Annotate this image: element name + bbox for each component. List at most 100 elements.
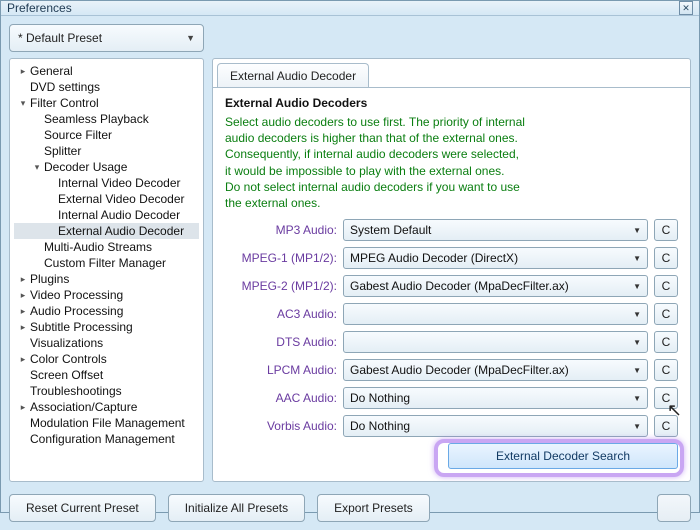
decoder-select-value: Do Nothing bbox=[350, 419, 410, 433]
decoder-row-label: MPEG-1 (MP1/2): bbox=[225, 251, 337, 265]
tree-item[interactable]: Modulation File Management bbox=[14, 415, 199, 431]
expand-icon[interactable]: ▸ bbox=[18, 66, 28, 77]
tree-item[interactable]: Internal Audio Decoder bbox=[14, 207, 199, 223]
tree-item-label: Source Filter bbox=[44, 128, 112, 142]
reset-current-preset-button[interactable]: Reset Current Preset bbox=[9, 494, 156, 522]
decoder-row: DTS Audio:▼C bbox=[225, 331, 678, 353]
decoder-select[interactable]: Gabest Audio Decoder (MpaDecFilter.ax)▼ bbox=[343, 275, 648, 297]
tree-item-label: Multi-Audio Streams bbox=[44, 240, 152, 254]
expand-icon[interactable]: ▸ bbox=[18, 402, 28, 413]
decoder-select[interactable]: Do Nothing ▼ bbox=[343, 415, 648, 437]
expand-icon[interactable]: ▸ bbox=[18, 306, 28, 317]
section-hint: Select audio decoders to use first. The … bbox=[225, 114, 678, 211]
external-decoder-search-button[interactable]: External Decoder Search bbox=[448, 443, 678, 469]
tree-item[interactable]: Visualizations bbox=[14, 335, 199, 351]
tree-item[interactable]: ▾Decoder Usage bbox=[14, 159, 199, 175]
tree-item[interactable]: ▸Subtitle Processing bbox=[14, 319, 199, 335]
expand-icon[interactable]: ▸ bbox=[18, 274, 28, 285]
decoder-clear-button[interactable]: C bbox=[654, 331, 678, 353]
tree-item[interactable]: ▸Color Controls bbox=[14, 351, 199, 367]
search-button-label: External Decoder Search bbox=[496, 449, 630, 463]
decoder-select[interactable]: System Default ▼ bbox=[343, 219, 648, 241]
nav-tree-panel[interactable]: ▸GeneralDVD settings▾Filter ControlSeaml… bbox=[9, 58, 204, 482]
tree-item[interactable]: Splitter bbox=[14, 143, 199, 159]
content-panel: External Audio Decoder External Audio De… bbox=[212, 58, 691, 482]
tree-item[interactable]: Screen Offset bbox=[14, 367, 199, 383]
export-presets-button[interactable]: Export Presets bbox=[317, 494, 430, 522]
decoder-clear-button[interactable]: C bbox=[654, 359, 678, 381]
tree-item-label: External Audio Decoder bbox=[58, 224, 184, 238]
decoder-row-label: MP3 Audio: bbox=[225, 223, 337, 237]
chevron-down-icon: ▼ bbox=[633, 310, 641, 319]
tree-item[interactable]: External Audio Decoder bbox=[14, 223, 199, 239]
initialize-all-presets-button[interactable]: Initialize All Presets bbox=[168, 494, 305, 522]
close-icon[interactable]: ✕ bbox=[679, 1, 693, 15]
decoder-select[interactable]: ▼ bbox=[343, 303, 648, 325]
titlebar: Preferences ✕ bbox=[1, 1, 699, 16]
decoder-clear-button[interactable]: C bbox=[654, 303, 678, 325]
top-row: * Default Preset ▼ bbox=[9, 24, 691, 52]
tree-item[interactable]: ▸Association/Capture bbox=[14, 399, 199, 415]
tree-item[interactable]: Source Filter bbox=[14, 127, 199, 143]
expand-icon[interactable]: ▸ bbox=[18, 290, 28, 301]
decoder-select[interactable]: Do Nothing▼ bbox=[343, 387, 648, 409]
chevron-down-icon: ▼ bbox=[633, 226, 641, 235]
decoder-select-value: System Default bbox=[350, 223, 431, 237]
preset-label: * Default Preset bbox=[18, 31, 102, 45]
tree-item-label: Association/Capture bbox=[30, 400, 137, 414]
tree-item-label: Color Controls bbox=[30, 352, 107, 366]
preset-dropdown[interactable]: * Default Preset ▼ bbox=[9, 24, 204, 52]
decoder-select-value: Gabest Audio Decoder (MpaDecFilter.ax) bbox=[350, 363, 569, 377]
tree-item[interactable]: ▾Filter Control bbox=[14, 95, 199, 111]
tree-item[interactable]: Configuration Management bbox=[14, 431, 199, 447]
tree-item-label: Decoder Usage bbox=[44, 160, 127, 174]
tree-item[interactable]: ▸General bbox=[14, 63, 199, 79]
tree-item[interactable]: ▸Video Processing bbox=[14, 287, 199, 303]
columns: ▸GeneralDVD settings▾Filter ControlSeaml… bbox=[9, 58, 691, 482]
tree-item[interactable]: DVD settings bbox=[14, 79, 199, 95]
bottom-bar: Reset Current Preset Initialize All Pres… bbox=[9, 488, 691, 522]
tree-item[interactable]: Troubleshootings bbox=[14, 383, 199, 399]
decoder-row-label: AAC Audio: bbox=[225, 391, 337, 405]
decoder-select-value: Do Nothing bbox=[350, 391, 410, 405]
tab-body: External Audio Decoders Select audio dec… bbox=[213, 87, 690, 481]
decoder-select[interactable]: ▼ bbox=[343, 331, 648, 353]
collapse-icon[interactable]: ▾ bbox=[18, 98, 28, 109]
chevron-down-icon: ▼ bbox=[633, 338, 641, 347]
tree-item[interactable]: Seamless Playback bbox=[14, 111, 199, 127]
body-area: * Default Preset ▼ ▸GeneralDVD settings▾… bbox=[1, 16, 699, 530]
decoder-clear-button[interactable]: C bbox=[654, 247, 678, 269]
decoder-row: AAC Audio: Do Nothing▼ C bbox=[225, 387, 678, 409]
decoder-clear-button[interactable]: C bbox=[654, 387, 678, 409]
nav-tree: ▸GeneralDVD settings▾Filter ControlSeaml… bbox=[14, 63, 199, 447]
tree-item[interactable]: Internal Video Decoder bbox=[14, 175, 199, 191]
tree-item-label: Internal Audio Decoder bbox=[58, 208, 180, 222]
decoder-row: MP3 Audio: System Default ▼ C bbox=[225, 219, 678, 241]
tree-item-label: Configuration Management bbox=[30, 432, 175, 446]
tree-item[interactable]: External Video Decoder bbox=[14, 191, 199, 207]
collapse-icon[interactable]: ▾ bbox=[32, 162, 42, 173]
tree-item-label: General bbox=[30, 64, 73, 78]
window-title: Preferences bbox=[7, 1, 72, 15]
tree-item-label: Seamless Playback bbox=[44, 112, 149, 126]
tree-item[interactable]: Custom Filter Manager bbox=[14, 255, 199, 271]
dialog-ghost-button[interactable] bbox=[657, 494, 691, 522]
expand-icon[interactable]: ▸ bbox=[18, 322, 28, 333]
preferences-window: Preferences ✕ * Default Preset ▼ ▸Genera… bbox=[0, 0, 700, 513]
tree-item-label: Custom Filter Manager bbox=[44, 256, 166, 270]
decoder-select-value: Gabest Audio Decoder (MpaDecFilter.ax) bbox=[350, 279, 569, 293]
tree-item-label: Internal Video Decoder bbox=[58, 176, 181, 190]
decoder-clear-button[interactable]: C bbox=[654, 415, 678, 437]
chevron-down-icon: ▼ bbox=[633, 422, 641, 431]
tree-item[interactable]: ▸Audio Processing bbox=[14, 303, 199, 319]
decoder-clear-button[interactable]: C bbox=[654, 275, 678, 297]
expand-icon[interactable]: ▸ bbox=[18, 354, 28, 365]
decoder-select[interactable]: MPEG Audio Decoder (DirectX)▼ bbox=[343, 247, 648, 269]
decoder-row: MPEG-2 (MP1/2):Gabest Audio Decoder (Mpa… bbox=[225, 275, 678, 297]
tree-item[interactable]: ▸Plugins bbox=[14, 271, 199, 287]
tree-item[interactable]: Multi-Audio Streams bbox=[14, 239, 199, 255]
decoder-select[interactable]: Gabest Audio Decoder (MpaDecFilter.ax)▼ bbox=[343, 359, 648, 381]
tab-external-audio-decoder[interactable]: External Audio Decoder bbox=[217, 63, 369, 88]
decoder-row: AC3 Audio:▼C bbox=[225, 303, 678, 325]
decoder-clear-button[interactable]: C bbox=[654, 219, 678, 241]
